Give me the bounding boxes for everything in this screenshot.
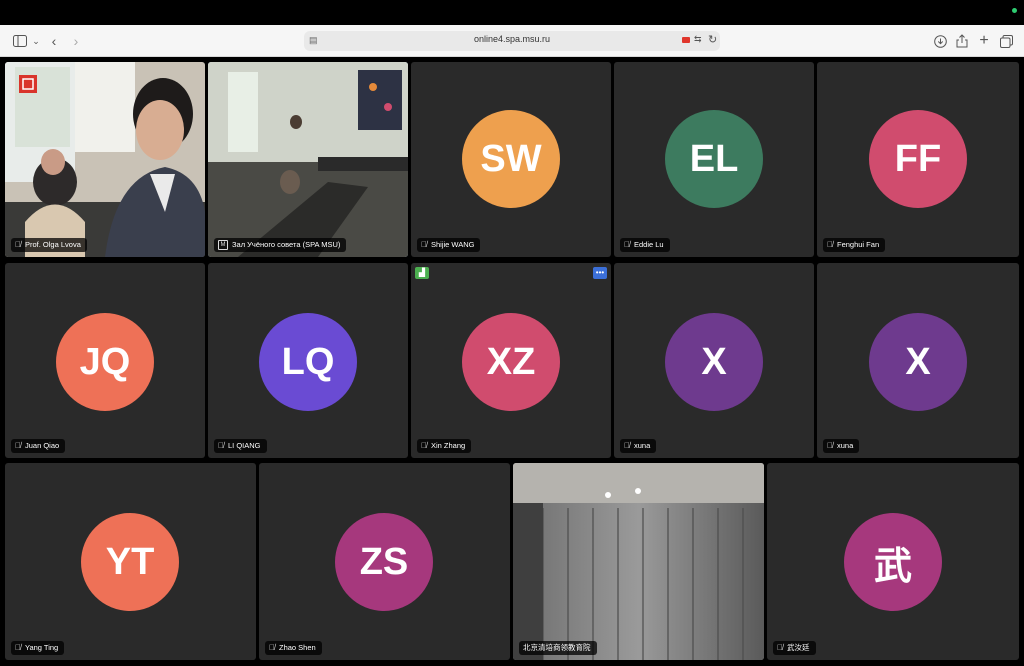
signal-strength-icon: ▟ [415,267,429,279]
participant-avatar: 武 [844,513,942,611]
participant-nameplate: 🎙̸ Prof. Olga Lvova [11,238,87,252]
participant-nameplate: M Зал Учёного совета (SPA MSU) [214,238,347,252]
participant-nameplate: 🎙̸ Zhao Shen [265,641,322,655]
status-dot [1012,8,1017,13]
participant-video [5,62,205,257]
participant-name: Fenghui Fan [837,240,880,249]
participant-tile-beijing-institute[interactable]: 北京清培商领教育院 [513,463,764,660]
mic-muted-icon: 🎙̸ [421,441,427,450]
participant-name: Зал Учёного совета (SPA MSU) [232,240,341,249]
new-tab-icon[interactable]: + [974,31,994,51]
participant-name: Eddie Lu [634,240,664,249]
participant-avatar: YT [81,513,179,611]
participant-name: Xin Zhang [431,441,466,450]
participant-name: LI QIANG [228,441,261,450]
participant-name: Prof. Olga Lvova [25,240,81,249]
participant-tile-zhao-shen[interactable]: ZS 🎙̸ Zhao Shen [259,463,510,660]
download-icon[interactable] [930,31,950,51]
mic-muted-icon: 🎙̸ [624,240,630,249]
participant-tile-olga-lvova[interactable]: 🎙̸ Prof. Olga Lvova [5,62,205,257]
mic-muted-icon: 🎙̸ [15,643,21,652]
m-icon: M [218,240,228,250]
participant-tile-xuna-1[interactable]: X 🎙̸ xuna [614,263,814,458]
mic-muted-icon: 🎙̸ [827,441,833,450]
participant-nameplate: 🎙̸ Shijie WANG [417,238,481,252]
participant-tile-wu-ruting[interactable]: 武 🎙̸ 武汝廷 [767,463,1019,660]
back-icon[interactable]: ‹ [44,31,64,51]
participant-avatar: X [869,313,967,411]
participant-tile-fenghui-fan[interactable]: FF 🎙̸ Fenghui Fan [817,62,1019,257]
participant-avatar: ZS [335,513,433,611]
video-grid: 🎙̸ Prof. Olga Lvova M Зал Учёного совета… [0,58,1024,666]
chevron-down-icon[interactable]: ⌄ [26,31,46,51]
mic-muted-icon: 🎙̸ [827,240,833,249]
participant-name: xuna [837,441,854,450]
tabs-overview-icon[interactable] [996,31,1016,51]
address-bar[interactable]: ▤ online4.spa.msu.ru ⇆ ↻ [304,31,720,51]
forward-icon[interactable]: › [66,31,86,51]
participant-nameplate: 北京清培商领教育院 [519,641,597,655]
url-text: online4.spa.msu.ru [473,34,551,44]
participant-nameplate: 🎙̸ LI QIANG [214,439,267,453]
participant-nameplate: 🎙̸ Xin Zhang [417,439,472,453]
participant-avatar: LQ [259,313,357,411]
participant-tile-juan-qiao[interactable]: JQ 🎙̸ Juan Qiao [5,263,205,458]
participant-nameplate: 🎙̸ Yang Ting [11,641,65,655]
participant-name: Juan Qiao [25,441,60,450]
participant-tile-li-qiang[interactable]: LQ 🎙̸ LI QIANG [208,263,408,458]
participant-avatar: JQ [56,313,154,411]
mic-muted-icon: 🎙̸ [269,643,275,652]
mic-muted-icon: 🎙̸ [421,240,427,249]
participant-tile-xuna-2[interactable]: X 🎙̸ xuna [817,263,1019,458]
participant-avatar: X [665,313,763,411]
participant-nameplate: 🎙̸ Fenghui Fan [823,238,886,252]
mic-muted-icon: 🎙̸ [218,441,224,450]
participant-nameplate: 🎙̸ xuna [620,439,657,453]
participant-nameplate: 🎙̸ Juan Qiao [11,439,66,453]
system-top-bar [0,0,1024,25]
participant-nameplate: 🎙̸ 武汝廷 [773,641,816,655]
participant-name: Zhao Shen [279,643,316,652]
browser-toolbar: ⌄ ‹ › ▤ online4.spa.msu.ru ⇆ ↻ + [0,25,1024,57]
mic-muted-icon: 🎙̸ [777,643,783,652]
participant-name: 武汝廷 [787,643,810,652]
participant-name: 北京清培商领教育院 [523,643,591,652]
participant-tile-xin-zhang[interactable]: ▟ ••• XZ 🎙̸ Xin Zhang [411,263,611,458]
participant-avatar: FF [869,110,967,208]
participant-name: Shijie WANG [431,240,475,249]
mic-muted-icon: 🎙̸ [624,441,630,450]
participant-name: xuna [634,441,651,450]
participant-avatar: XZ [462,313,560,411]
participant-tile-yang-ting[interactable]: YT 🎙̸ Yang Ting [5,463,256,660]
participant-nameplate: 🎙̸ Eddie Lu [620,238,670,252]
participant-avatar: EL [665,110,763,208]
mic-muted-icon: 🎙̸ [15,441,21,450]
participant-name: Yang Ting [25,643,59,652]
participant-tile-shijie-wang[interactable]: SW 🎙̸ Shijie WANG [411,62,611,257]
participant-video [208,62,408,257]
reload-icon[interactable]: ↻ [708,33,717,46]
participant-nameplate: 🎙̸ xuna [823,439,860,453]
participant-tile-eddie-lu[interactable]: EL 🎙̸ Eddie Lu [614,62,814,257]
participant-video [513,463,764,660]
translate-icon[interactable]: ⇆ [694,34,702,45]
mic-muted-icon: 🎙̸ [15,240,21,249]
participant-tile-council-hall[interactable]: M Зал Учёного совета (SPA MSU) [208,62,408,257]
more-options-icon[interactable]: ••• [593,267,607,279]
share-icon[interactable] [952,31,972,51]
camera-icon[interactable] [682,37,690,43]
participant-avatar: SW [462,110,560,208]
